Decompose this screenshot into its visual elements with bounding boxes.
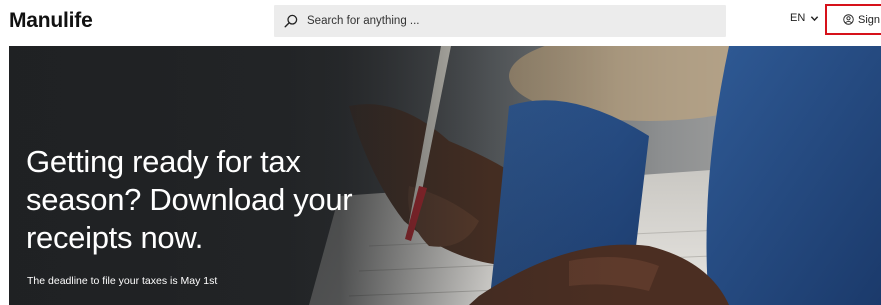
manulife-logo[interactable]: Manulife — [9, 9, 93, 33]
language-selector[interactable]: EN — [790, 12, 819, 24]
search-bar[interactable] — [274, 5, 726, 37]
chevron-down-icon — [811, 15, 819, 21]
hero-banner: Getting ready for tax season? Download y… — [9, 46, 881, 305]
hero-title: Getting ready for tax season? Download y… — [26, 144, 353, 255]
search-icon — [284, 14, 298, 28]
sign-in-button[interactable]: Sign in — [825, 4, 881, 35]
site-header: Manulife EN Sign in — [0, 0, 881, 46]
user-icon — [843, 14, 854, 25]
language-label: EN — [790, 12, 806, 24]
hero-subtitle: The deadline to file your taxes is May 1… — [27, 275, 218, 287]
search-input[interactable] — [307, 15, 707, 27]
sign-in-label: Sign in — [858, 13, 881, 26]
